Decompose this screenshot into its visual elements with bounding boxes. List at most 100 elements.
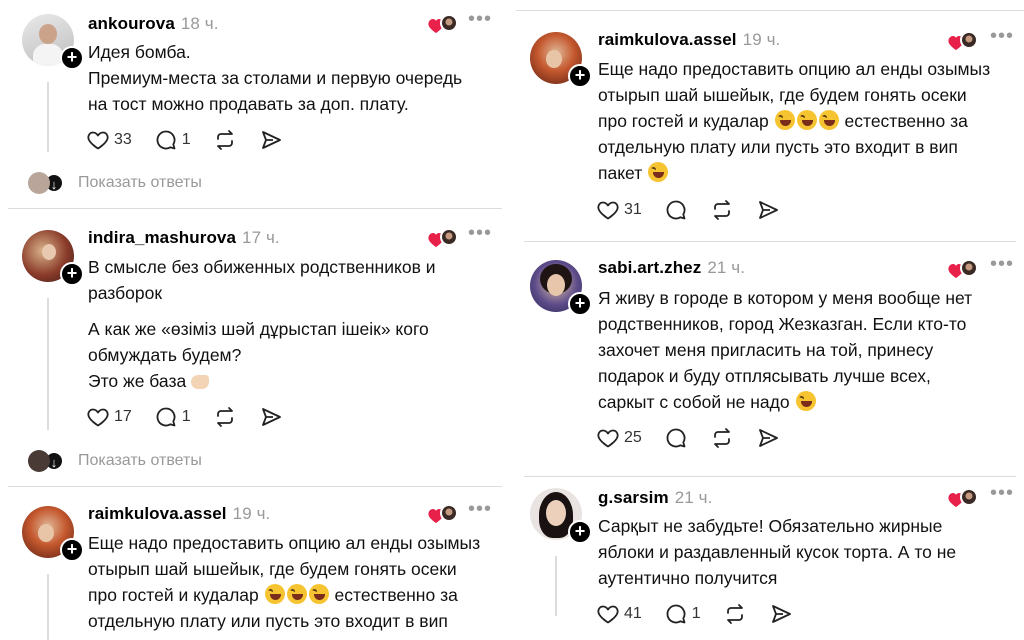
like-button[interactable]: 31 <box>596 198 642 222</box>
reply-avatar <box>28 450 50 472</box>
thread-line <box>47 82 49 152</box>
follow-plus-icon[interactable]: + <box>568 292 592 316</box>
comment-text: Еще надо предоставить опцию ал енды озым… <box>598 59 991 183</box>
like-button[interactable]: 41 <box>596 602 642 626</box>
follow-plus-icon[interactable]: + <box>60 262 84 286</box>
comment-text: Еще надо предоставить опцию ал енды озым… <box>88 533 481 631</box>
timestamp: 19 ч. <box>742 30 781 49</box>
username-text[interactable]: ankourova <box>88 14 175 33</box>
more-icon[interactable]: ••• <box>990 26 1014 46</box>
liked-by-author-icon <box>948 30 978 52</box>
timestamp: 21 ч. <box>707 258 746 277</box>
username[interactable]: ankourova 18 ч. <box>88 14 219 34</box>
left-screenshot-panel: + ankourova 18 ч. ••• Идея бомба. Премиум… <box>0 0 510 640</box>
username-text[interactable]: raimkulova.assel <box>88 504 227 523</box>
action-bar: 25 <box>596 424 802 452</box>
share-button[interactable] <box>259 405 283 429</box>
avatar[interactable]: + <box>530 488 592 544</box>
avatar[interactable]: + <box>530 260 592 316</box>
username[interactable]: raimkulova.assel 19 ч. <box>598 30 780 50</box>
comment-indira-mashurova: + indira_mashurova 17 ч. ••• В смысле без… <box>0 214 510 486</box>
reply-button[interactable]: 1 <box>154 128 191 152</box>
divider <box>524 476 1016 477</box>
more-icon[interactable]: ••• <box>468 9 492 29</box>
username[interactable]: g.sarsim 21 ч. <box>598 488 712 508</box>
share-button[interactable] <box>769 602 793 626</box>
follow-plus-icon[interactable]: + <box>60 538 84 562</box>
like-button[interactable]: 25 <box>596 426 642 450</box>
follow-plus-icon[interactable]: + <box>568 520 592 544</box>
reply-button[interactable] <box>664 426 688 450</box>
reply-button[interactable] <box>664 198 688 222</box>
share-icon <box>756 198 780 222</box>
avatar[interactable]: + <box>22 230 84 286</box>
laughing-emoji <box>264 584 285 604</box>
laughing-emoji <box>286 584 307 604</box>
comment-sabi-art-zhez: + sabi.art.zhez 21 ч. ••• Я живу в городе… <box>516 244 1024 476</box>
liked-by-author-icon <box>428 227 458 249</box>
repost-button[interactable] <box>213 405 237 429</box>
repost-button[interactable] <box>710 426 734 450</box>
heart-icon <box>596 426 620 450</box>
like-button[interactable]: 33 <box>86 128 132 152</box>
username[interactable]: raimkulova.assel 19 ч. <box>88 504 270 524</box>
laughing-emoji <box>774 110 795 130</box>
repost-icon <box>723 602 747 626</box>
share-icon <box>259 405 283 429</box>
heart-icon <box>596 198 620 222</box>
thread-line <box>555 556 557 616</box>
share-button[interactable] <box>756 426 780 450</box>
comment-icon <box>154 405 178 429</box>
flexed-arm-emoji <box>191 375 210 389</box>
liked-by-author-icon <box>428 13 458 35</box>
comment-text: Я живу в городе в котором у меня вообще … <box>598 288 973 412</box>
comment-raimkulova-assel: + raimkulova.assel 19 ч. ••• Еще надо пре… <box>516 0 1024 236</box>
username-text[interactable]: g.sarsim <box>598 488 669 507</box>
repost-icon <box>710 198 734 222</box>
heart-icon <box>596 602 620 626</box>
show-replies-link[interactable]: ↓ Показать ответы <box>28 450 202 472</box>
username[interactable]: sabi.art.zhez 21 ч. <box>598 258 745 278</box>
action-bar: 33 1 <box>86 126 305 154</box>
more-icon[interactable]: ••• <box>990 254 1014 274</box>
more-icon[interactable]: ••• <box>468 223 492 243</box>
share-icon <box>259 128 283 152</box>
username-text[interactable]: raimkulova.assel <box>598 30 737 49</box>
avatar[interactable]: + <box>22 14 84 70</box>
comment-raimkulova-assel: + raimkulova.assel 19 ч. ••• Еще надо пре… <box>0 492 510 640</box>
repost-button[interactable] <box>723 602 747 626</box>
username-text[interactable]: indira_mashurova <box>88 228 236 247</box>
divider <box>524 241 1016 242</box>
avatar[interactable]: + <box>530 32 592 88</box>
laughing-emoji <box>308 584 329 604</box>
repost-button[interactable] <box>213 128 237 152</box>
divider <box>516 10 1024 11</box>
divider <box>8 208 502 209</box>
action-bar: 31 <box>596 196 802 224</box>
share-button[interactable] <box>259 128 283 152</box>
repost-button[interactable] <box>710 198 734 222</box>
comment-icon <box>154 128 178 152</box>
username[interactable]: indira_mashurova 17 ч. <box>88 228 280 248</box>
divider <box>8 486 502 487</box>
timestamp: 19 ч. <box>232 504 271 523</box>
follow-plus-icon[interactable]: + <box>568 64 592 88</box>
laughing-emoji <box>796 110 817 130</box>
more-icon[interactable]: ••• <box>990 483 1014 503</box>
show-replies-link[interactable]: ↓ Показать ответы <box>28 172 202 194</box>
share-button[interactable] <box>756 198 780 222</box>
timestamp: 17 ч. <box>242 228 280 247</box>
username-text[interactable]: sabi.art.zhez <box>598 258 701 277</box>
comment-icon <box>664 602 688 626</box>
more-icon[interactable]: ••• <box>468 499 492 519</box>
liked-by-author-icon <box>948 258 978 280</box>
reply-button[interactable]: 1 <box>664 602 701 626</box>
comment-text: В смысле без обиженных родственников и р… <box>88 257 436 391</box>
heart-icon <box>86 405 110 429</box>
reply-button[interactable]: 1 <box>154 405 191 429</box>
right-screenshot-panel: + raimkulova.assel 19 ч. ••• Еще надо пре… <box>516 0 1024 640</box>
avatar[interactable]: + <box>22 506 84 562</box>
follow-plus-icon[interactable]: + <box>60 46 84 70</box>
like-button[interactable]: 17 <box>86 405 132 429</box>
comment-icon <box>664 198 688 222</box>
